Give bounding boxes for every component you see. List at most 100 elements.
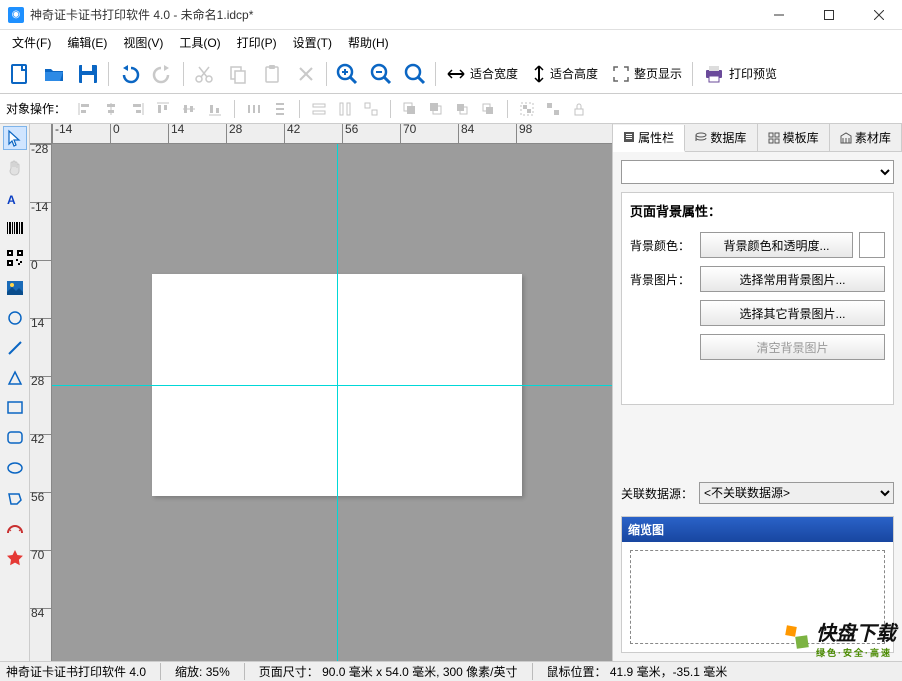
tab-templates[interactable]: 模板库 — [758, 124, 830, 151]
circle-hollow-tool[interactable] — [3, 306, 27, 330]
polygon-tool[interactable] — [3, 486, 27, 510]
menu-tools[interactable]: 工具(O) — [171, 32, 228, 53]
minimize-button[interactable] — [764, 5, 794, 25]
align-center-v-icon[interactable] — [178, 98, 200, 120]
fit-height-button[interactable]: 适合高度 — [526, 58, 604, 90]
left-tool-palette: A — [0, 124, 30, 661]
tab-assets[interactable]: 素材库 — [830, 124, 902, 151]
ellipse-tool[interactable] — [3, 456, 27, 480]
align-right-icon[interactable] — [126, 98, 148, 120]
datasource-select[interactable]: <不关联数据源> — [699, 482, 894, 504]
delete-button[interactable] — [290, 58, 322, 90]
redo-button[interactable] — [147, 58, 179, 90]
bgcolor-button[interactable]: 背景颜色和透明度... — [700, 232, 853, 258]
open-button[interactable] — [38, 58, 70, 90]
menu-edit[interactable]: 编辑(E) — [59, 32, 115, 53]
barcode-tool[interactable] — [3, 216, 27, 240]
pointer-tool[interactable] — [3, 126, 27, 150]
fit-height-icon — [532, 64, 546, 84]
library-icon — [840, 132, 852, 144]
menubar: 文件(F) 编辑(E) 视图(V) 工具(O) 打印(P) 设置(T) 帮助(H… — [0, 30, 902, 54]
statusbar: 神奇证卡证书打印软件 4.0 缩放: 35% 页面尺寸： 90.0 毫米 x 5… — [0, 661, 902, 681]
right-tabs: 属性栏 数据库 模板库 素材库 — [613, 124, 902, 152]
bring-forward-icon[interactable] — [451, 98, 473, 120]
paste-button[interactable] — [256, 58, 288, 90]
image-tool[interactable] — [3, 276, 27, 300]
window-title: 神奇证卡证书打印软件 4.0 - 未命名1.idcp* — [30, 6, 253, 23]
zoom-out-button[interactable] — [365, 58, 397, 90]
undo-button[interactable] — [113, 58, 145, 90]
new-button[interactable] — [4, 58, 36, 90]
ruler-vertical: -28-140142842567084 — [30, 144, 52, 661]
object-select[interactable] — [621, 160, 894, 184]
status-app: 神奇证卡证书打印软件 4.0 — [6, 663, 161, 680]
menu-view[interactable]: 视图(V) — [115, 32, 171, 53]
save-button[interactable] — [72, 58, 104, 90]
canvas-area[interactable] — [52, 144, 612, 661]
canvas-workspace[interactable]: -14014284256708498 -28-140142842567084 — [30, 124, 612, 661]
ungroup-icon[interactable] — [542, 98, 564, 120]
lock-icon[interactable] — [568, 98, 590, 120]
zoom-actual-button[interactable] — [399, 58, 431, 90]
fit-width-icon — [446, 67, 466, 81]
send-back-icon[interactable] — [425, 98, 447, 120]
database-icon — [695, 132, 707, 144]
dist-v-icon[interactable] — [269, 98, 291, 120]
full-page-button[interactable]: 整页显示 — [606, 58, 688, 90]
align-top-icon[interactable] — [152, 98, 174, 120]
hand-tool[interactable] — [3, 156, 27, 180]
same-size-icon[interactable] — [360, 98, 382, 120]
object-ops-toolbar: 对象操作： — [0, 94, 902, 124]
properties-icon — [623, 131, 635, 143]
close-button[interactable] — [864, 5, 894, 25]
object-select-dropdown[interactable] — [621, 160, 894, 184]
dist-h-icon[interactable] — [243, 98, 265, 120]
align-center-h-icon[interactable] — [100, 98, 122, 120]
fit-width-button[interactable]: 适合宽度 — [440, 58, 524, 90]
bring-front-icon[interactable] — [399, 98, 421, 120]
template-icon — [768, 132, 780, 144]
send-backward-icon[interactable] — [477, 98, 499, 120]
copy-button[interactable] — [222, 58, 254, 90]
tab-properties[interactable]: 属性栏 — [613, 125, 685, 152]
menu-help[interactable]: 帮助(H) — [340, 32, 397, 53]
text-tool[interactable]: A — [3, 186, 27, 210]
triangle-tool[interactable] — [3, 366, 27, 390]
rect-tool[interactable] — [3, 396, 27, 420]
right-panel: 属性栏 数据库 模板库 素材库 页面背景属性： 背景颜色： 背景颜色和透明度..… — [612, 124, 902, 661]
roundrect-tool[interactable] — [3, 426, 27, 450]
bgcolor-swatch[interactable] — [859, 232, 885, 258]
zoom-in-button[interactable] — [331, 58, 363, 90]
menu-settings[interactable]: 设置(T) — [285, 32, 340, 53]
choose-common-bg-button[interactable]: 选择常用背景图片... — [700, 266, 885, 292]
printer-icon — [703, 65, 725, 83]
print-preview-label: 打印预览 — [729, 65, 777, 82]
tab-database[interactable]: 数据库 — [685, 124, 757, 151]
same-height-icon[interactable] — [334, 98, 356, 120]
gauge-tool[interactable] — [3, 516, 27, 540]
svg-text:A: A — [7, 193, 16, 207]
qrcode-tool[interactable] — [3, 246, 27, 270]
maximize-button[interactable] — [814, 5, 844, 25]
titlebar: ◉ 神奇证卡证书打印软件 4.0 - 未命名1.idcp* — [0, 0, 902, 30]
objops-label: 对象操作： — [6, 100, 66, 117]
ruler-corner — [30, 124, 52, 144]
bgcolor-label: 背景颜色： — [630, 237, 694, 254]
guide-vertical[interactable] — [337, 144, 338, 661]
print-preview-button[interactable]: 打印预览 — [697, 58, 783, 90]
watermark-icon — [784, 624, 812, 652]
star-tool[interactable] — [3, 546, 27, 570]
clear-bg-button[interactable]: 清空背景图片 — [700, 334, 885, 360]
menu-file[interactable]: 文件(F) — [4, 32, 59, 53]
same-width-icon[interactable] — [308, 98, 330, 120]
watermark-main: 快盘下载 — [816, 623, 896, 645]
choose-other-bg-button[interactable]: 选择其它背景图片... — [700, 300, 885, 326]
group-icon[interactable] — [516, 98, 538, 120]
cut-button[interactable] — [188, 58, 220, 90]
line-tool[interactable] — [3, 336, 27, 360]
guide-horizontal[interactable] — [52, 385, 612, 386]
align-left-icon[interactable] — [74, 98, 96, 120]
align-bottom-icon[interactable] — [204, 98, 226, 120]
props-title: 页面背景属性： — [622, 193, 893, 228]
menu-print[interactable]: 打印(P) — [229, 32, 285, 53]
